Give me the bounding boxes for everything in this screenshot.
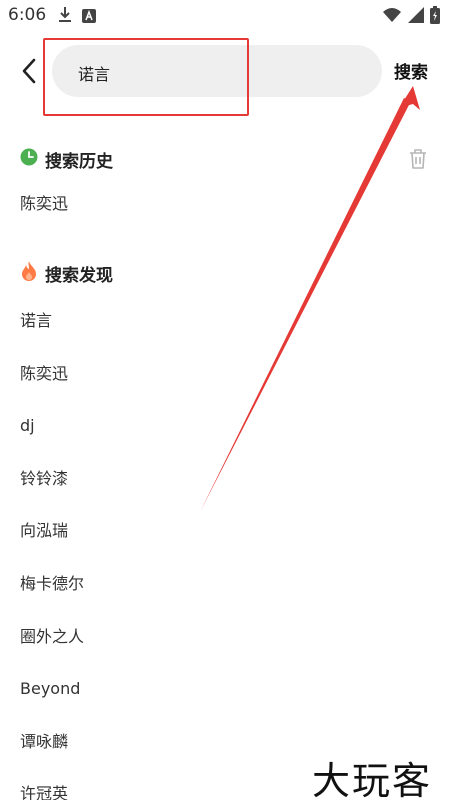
download-icon (58, 6, 72, 28)
discover-item[interactable]: dj (20, 415, 84, 468)
history-title: 搜索历史 (45, 151, 113, 172)
annotation-highlight-box (43, 38, 249, 116)
fire-icon (20, 260, 38, 286)
clear-history-button[interactable] (408, 148, 428, 170)
signal-icon (408, 7, 424, 27)
status-right-icons (382, 6, 440, 28)
a-box-icon (82, 8, 96, 27)
back-button[interactable] (14, 54, 44, 88)
status-time: 6:06 (8, 5, 47, 25)
discover-item[interactable]: 圈外之人 (20, 626, 84, 679)
discover-item[interactable]: 梅卡德尔 (20, 573, 84, 626)
history-item[interactable]: 陈奕迅 (20, 190, 68, 214)
trash-icon (410, 149, 426, 169)
status-bar: 6:06 (0, 0, 450, 32)
discover-list: 诺言 陈奕迅 dj 铃铃漆 向泓瑞 梅卡德尔 圈外之人 Beyond 谭咏麟 许… (20, 310, 84, 800)
discover-item[interactable]: Beyond (20, 678, 84, 731)
battery-icon (430, 6, 440, 28)
chevron-left-icon (22, 58, 36, 84)
search-button[interactable]: 搜索 (394, 58, 428, 83)
history-header: 搜索历史 (20, 148, 113, 172)
discover-item[interactable]: 向泓瑞 (20, 520, 84, 573)
search-row: 诺言 搜索 (0, 38, 450, 116)
discover-item[interactable]: 诺言 (20, 310, 84, 363)
discover-item[interactable]: 谭咏麟 (20, 731, 84, 784)
watermark-logo: 大玩客 (312, 759, 433, 800)
status-left-icons (58, 6, 96, 28)
discover-header: 搜索发现 (20, 260, 113, 286)
discover-item[interactable]: 铃铃漆 (20, 468, 84, 521)
clock-icon (20, 148, 38, 170)
discover-title: 搜索发现 (45, 265, 113, 286)
discover-item[interactable]: 陈奕迅 (20, 363, 84, 416)
wifi-icon (382, 7, 402, 27)
discover-item[interactable]: 许冠英 (20, 783, 84, 800)
